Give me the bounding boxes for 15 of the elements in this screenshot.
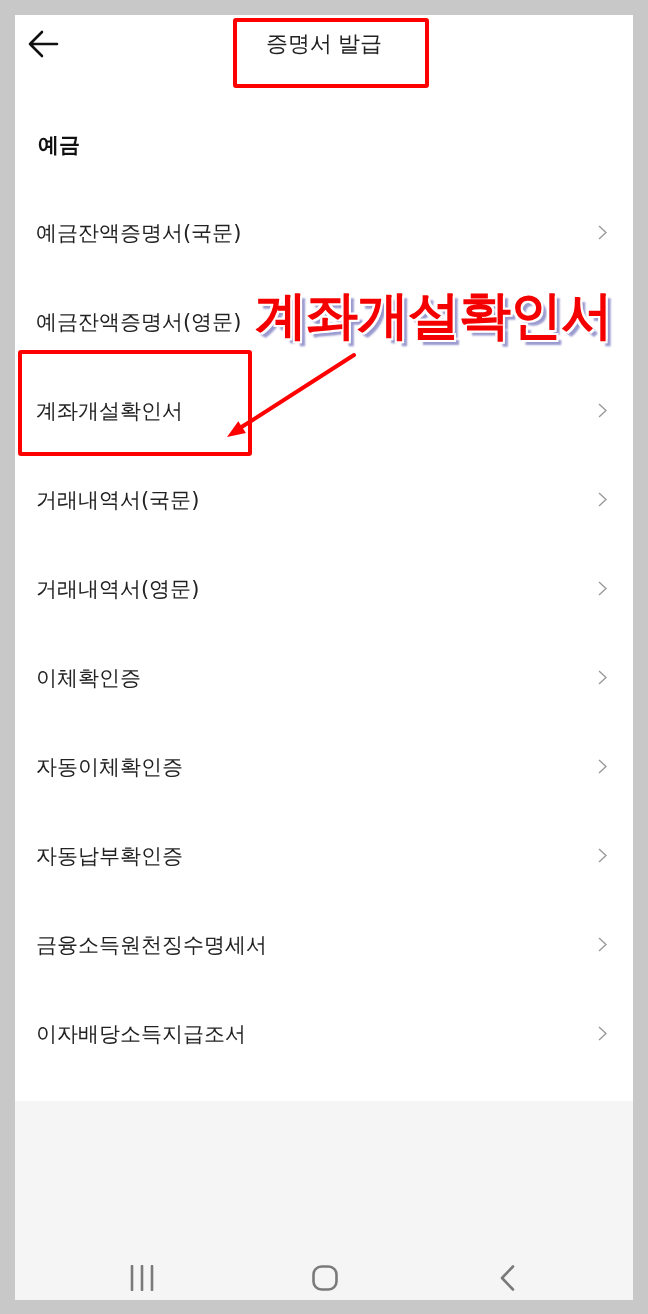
list-item[interactable]: 자동이체확인증 bbox=[15, 722, 633, 811]
list-item[interactable]: 예금잔액증명서(국문) bbox=[15, 188, 633, 277]
list-item[interactable]: 거래내역서(국문) bbox=[15, 455, 633, 544]
list-item[interactable]: 이자배당소득지급조서 bbox=[15, 989, 633, 1078]
list-item[interactable]: 자동납부확인증 bbox=[15, 811, 633, 900]
list-item[interactable]: 이체확인증 bbox=[15, 633, 633, 722]
callout-text: 계좌개설확인서 bbox=[255, 284, 612, 347]
list-item[interactable]: 금융소득원천징수명세서 bbox=[15, 900, 633, 989]
screen-title: 증명서 발급 bbox=[265, 30, 383, 58]
section-title: 예금 bbox=[38, 132, 80, 159]
list-item[interactable]: 거래내역서(영문) bbox=[15, 544, 633, 633]
rounded-square-icon[interactable] bbox=[312, 1264, 338, 1291]
three-bars-icon[interactable] bbox=[130, 1264, 154, 1291]
list-item[interactable]: 계좌개설확인서 bbox=[15, 366, 633, 455]
back-arrow-icon[interactable] bbox=[27, 30, 59, 58]
